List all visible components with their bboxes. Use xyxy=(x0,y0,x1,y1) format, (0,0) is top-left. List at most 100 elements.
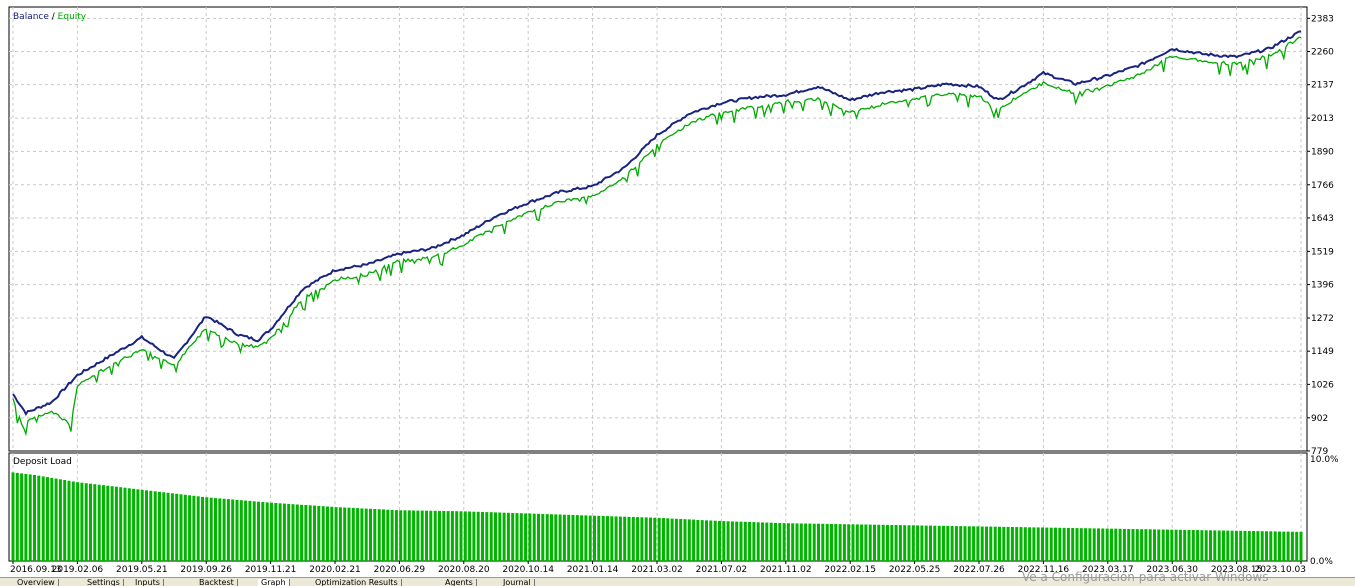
deposit-bar xyxy=(394,510,398,561)
deposit-bar xyxy=(377,509,381,561)
deposit-bar xyxy=(63,480,67,561)
deposit-bar xyxy=(20,473,24,561)
deposit-bar xyxy=(214,498,217,561)
deposit-bar xyxy=(511,513,515,561)
deposit-bar xyxy=(1079,528,1083,561)
legend-balance: Balance xyxy=(13,12,49,22)
x-tick-label: 2021.11.02 xyxy=(760,565,812,575)
deposit-bar xyxy=(1041,527,1044,561)
deposit-bar xyxy=(1247,531,1251,561)
deposit-bar xyxy=(679,519,683,561)
deposit-bar xyxy=(179,494,183,561)
deposit-bar xyxy=(1045,527,1049,561)
deposit-bar xyxy=(636,517,640,561)
deposit-bar xyxy=(1153,529,1156,561)
deposit-bar xyxy=(67,480,71,561)
deposit-bar xyxy=(110,486,114,561)
deposit-bar xyxy=(937,525,941,561)
deposit-bar xyxy=(257,501,260,561)
deposit-bar xyxy=(369,508,372,561)
x-tick-label: 2022.05.25 xyxy=(889,565,941,575)
y-tick-label: 2137 xyxy=(1311,81,1334,91)
y-tick-label: 902 xyxy=(1311,414,1328,424)
deposit-bar xyxy=(84,483,88,561)
deposit-bar xyxy=(666,518,670,561)
y-tick-label: 1519 xyxy=(1311,247,1334,257)
deposit-bar xyxy=(946,525,950,561)
deposit-bar xyxy=(287,503,291,561)
deposit-bar xyxy=(924,525,928,561)
deposit-bar xyxy=(515,513,519,561)
deposit-bar xyxy=(1239,530,1243,561)
deposit-bar xyxy=(1200,530,1204,561)
deposit-bar xyxy=(1036,527,1040,561)
deposit-bar xyxy=(1140,529,1144,561)
x-tick-label: 2019.02.06 xyxy=(52,565,104,575)
deposit-bar xyxy=(554,514,558,561)
deposit-bar xyxy=(46,477,49,561)
deposit-bar xyxy=(756,522,760,561)
deposit-bar xyxy=(1066,527,1070,561)
deposit-bar xyxy=(1183,529,1187,561)
deposit-bar xyxy=(231,499,235,561)
deposit-bar xyxy=(558,514,562,561)
deposit-bar xyxy=(791,523,795,561)
deposit-bar xyxy=(1110,528,1113,561)
deposit-bar xyxy=(412,510,416,561)
deposit-bar xyxy=(524,513,528,561)
deposit-bar xyxy=(106,485,110,561)
deposit-bar xyxy=(1222,530,1225,561)
x-tick-label: 2019.11.21 xyxy=(245,565,297,575)
deposit-bar xyxy=(308,505,312,561)
deposit-bar xyxy=(209,497,213,561)
deposit-bar xyxy=(597,515,601,561)
deposit-bar xyxy=(1135,529,1139,561)
deposit-bar xyxy=(545,514,549,561)
x-tick-label: 2021.03.02 xyxy=(631,565,683,575)
deposit-bar xyxy=(485,512,489,561)
deposit-bar xyxy=(769,522,773,561)
x-tick-label: 2020.06.29 xyxy=(374,565,426,575)
deposit-bar xyxy=(498,512,502,561)
deposit-bar xyxy=(222,498,226,561)
deposit-bar xyxy=(1144,529,1148,561)
deposit-bar xyxy=(718,520,721,561)
deposit-bar xyxy=(761,522,764,561)
deposit-bar xyxy=(386,509,390,561)
deposit-bar xyxy=(407,510,411,561)
deposit-bar xyxy=(911,525,915,561)
deposit-bar xyxy=(674,518,678,561)
deposit-bar xyxy=(838,524,842,561)
deposit-bar xyxy=(1299,531,1303,561)
deposit-ytick-bottom: 0.0% xyxy=(1310,557,1333,567)
deposit-bar xyxy=(662,518,665,561)
deposit-bar xyxy=(748,522,752,561)
deposit-bar xyxy=(153,491,157,561)
deposit-bar xyxy=(700,520,704,561)
deposit-bar xyxy=(644,517,648,561)
deposit-bar xyxy=(347,507,351,561)
deposit-bar xyxy=(24,473,28,561)
deposit-bar xyxy=(752,522,756,561)
x-tick-label: 2021.07.02 xyxy=(696,565,748,575)
deposit-bar xyxy=(93,484,97,561)
deposit-bar xyxy=(825,523,829,561)
y-tick-label: 2260 xyxy=(1311,48,1334,58)
deposit-bar xyxy=(1178,529,1182,561)
deposit-bar xyxy=(102,485,105,561)
deposit-bar xyxy=(623,516,627,561)
deposit-bar xyxy=(1101,528,1105,561)
deposit-bar xyxy=(1252,531,1256,561)
deposit-bar xyxy=(1049,527,1053,561)
deposit-bar xyxy=(907,525,911,561)
deposit-bar xyxy=(860,524,864,561)
deposit-bar xyxy=(196,496,200,561)
deposit-bar xyxy=(519,513,523,561)
deposit-bar xyxy=(360,508,364,561)
x-tick-label: 2020.08.20 xyxy=(438,565,490,575)
deposit-bar xyxy=(1148,529,1152,561)
activation-watermark: Ve a Configuración para activar Windows xyxy=(1022,570,1269,584)
deposit-bar xyxy=(132,488,136,561)
deposit-bar xyxy=(326,506,329,561)
deposit-bar xyxy=(571,515,575,561)
